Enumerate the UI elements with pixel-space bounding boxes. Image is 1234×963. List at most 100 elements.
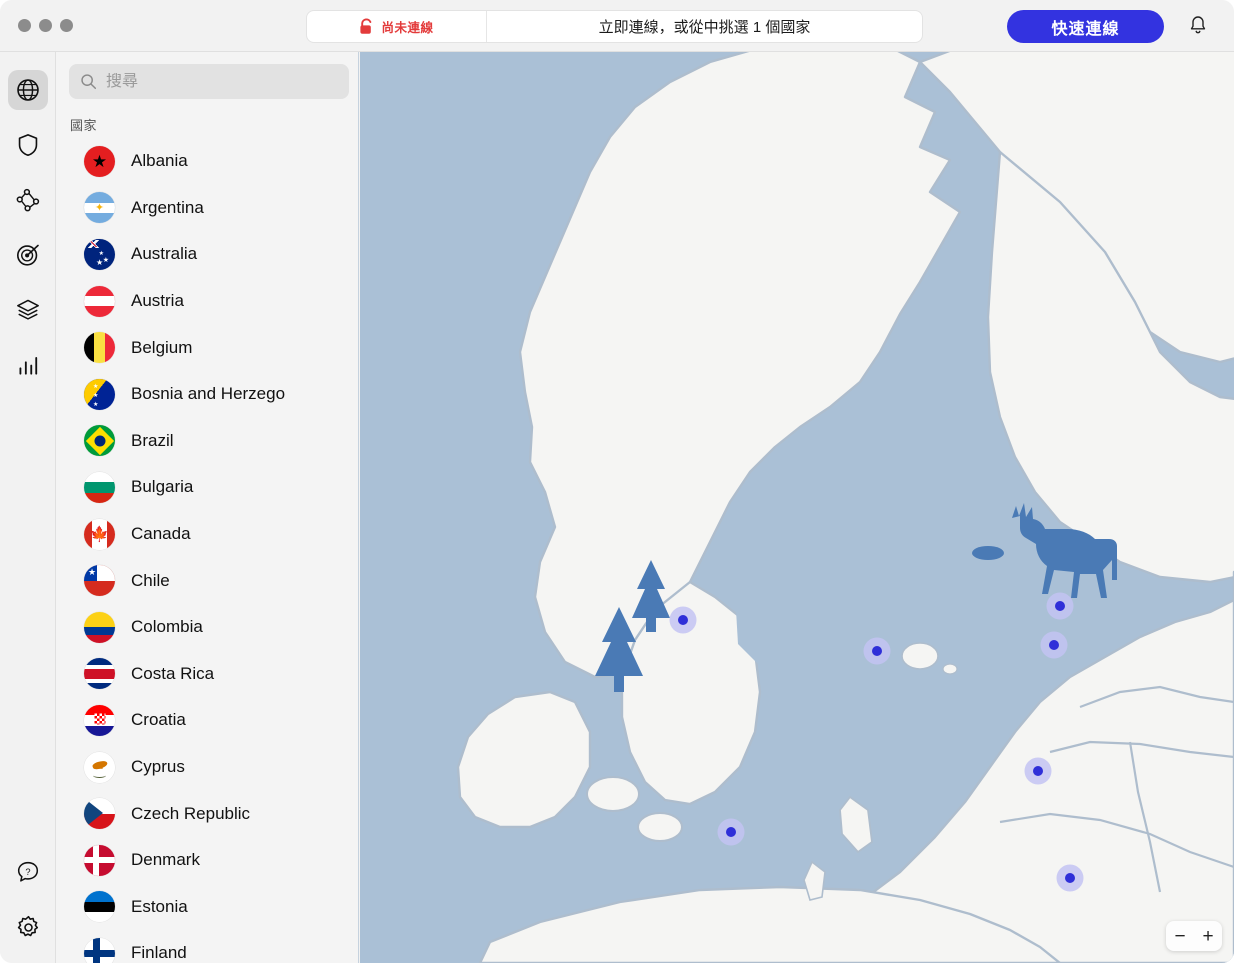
sidebar-item-protection[interactable] bbox=[8, 125, 48, 165]
target-icon bbox=[17, 244, 39, 266]
country-list-item[interactable]: ★ Chile bbox=[56, 557, 358, 604]
country-list-item[interactable]: Bulgaria bbox=[56, 464, 358, 511]
flag-icon-co bbox=[84, 611, 115, 643]
server-marker[interactable] bbox=[1046, 592, 1074, 620]
status-label: 尚未連線 bbox=[381, 21, 434, 35]
globe-icon bbox=[17, 79, 39, 101]
search-input[interactable] bbox=[106, 72, 336, 91]
flag-icon-hr bbox=[84, 704, 115, 736]
sidebar-item-threat-protection[interactable] bbox=[8, 235, 48, 275]
country-name: Austria bbox=[131, 291, 184, 311]
flag-icon-ee bbox=[84, 891, 115, 923]
zoom-in-button[interactable]: + bbox=[1197, 923, 1219, 949]
country-name: Argentina bbox=[131, 197, 204, 217]
flag-icon-al: ★ bbox=[84, 145, 115, 177]
country-list-item[interactable]: Brazil bbox=[56, 418, 358, 465]
country-list-item[interactable]: Estonia bbox=[56, 884, 358, 931]
minimize-button[interactable] bbox=[39, 19, 52, 32]
flag-icon-cl: ★ bbox=[84, 565, 115, 597]
country-list-item[interactable]: Austria bbox=[56, 278, 358, 325]
sidebar-item-meshnet[interactable] bbox=[8, 180, 48, 220]
server-marker[interactable] bbox=[863, 637, 891, 665]
country-name: Czech Republic bbox=[131, 803, 251, 823]
flag-icon-be bbox=[84, 332, 115, 364]
country-list-item[interactable]: Croatia bbox=[56, 697, 358, 744]
connection-state: 尚未連線 bbox=[307, 11, 487, 42]
flag-icon-ca: 🍁 bbox=[84, 518, 115, 550]
flag-icon-ba: ★ ★ ★ bbox=[84, 378, 115, 410]
country-panel: 國家 ★ Albania ✦ Argentina ★★★ Australia Austria… bbox=[56, 52, 359, 963]
server-marker[interactable] bbox=[717, 818, 745, 846]
country-list-item[interactable]: ★ ★ ★ Bosnia and Herzego bbox=[56, 371, 358, 418]
server-marker[interactable] bbox=[1024, 757, 1052, 785]
map-canvas bbox=[360, 52, 1234, 963]
svg-text:?: ? bbox=[25, 867, 30, 877]
country-list-item[interactable]: Costa Rica bbox=[56, 651, 358, 698]
window-controls bbox=[18, 19, 73, 32]
flag-icon-br bbox=[84, 425, 115, 457]
connect-prompt: 立即連線，或從中挑選 1 個國家 bbox=[598, 19, 811, 36]
country-name: Colombia bbox=[131, 617, 203, 637]
icon-rail: ? bbox=[0, 52, 56, 963]
country-name: Estonia bbox=[131, 896, 188, 916]
layers-icon bbox=[17, 299, 39, 320]
country-name: Brazil bbox=[131, 430, 174, 450]
zoom-out-button[interactable]: − bbox=[1169, 923, 1191, 949]
country-name: Finland bbox=[131, 943, 187, 963]
server-marker[interactable] bbox=[1056, 864, 1084, 892]
country-list-item[interactable]: ■ Cyprus bbox=[56, 744, 358, 791]
mesh-icon bbox=[16, 188, 40, 212]
bell-icon[interactable] bbox=[1186, 14, 1210, 38]
country-name: Chile bbox=[131, 570, 170, 590]
sidebar-item-dedicated-ip[interactable] bbox=[8, 290, 48, 330]
sidebar-item-help[interactable]: ? bbox=[8, 852, 48, 892]
country-list-item[interactable]: ★ ★ ★ Australia bbox=[56, 231, 358, 278]
country-list-item[interactable]: ✦ Argentina bbox=[56, 185, 358, 232]
sidebar-item-settings[interactable] bbox=[8, 907, 48, 947]
flag-icon-au: ★ ★ ★ bbox=[84, 238, 115, 270]
connection-status-bar: 尚未連線 立即連線，或從中挑選 1 個國家 bbox=[306, 10, 923, 43]
country-list-item[interactable]: Colombia bbox=[56, 604, 358, 651]
country-list-item[interactable]: Finland bbox=[56, 930, 358, 963]
country-name: Albania bbox=[131, 151, 188, 171]
close-button[interactable] bbox=[18, 19, 31, 32]
country-list-item[interactable]: Czech Republic bbox=[56, 790, 358, 837]
map-view[interactable]: − + bbox=[360, 52, 1234, 963]
flag-icon-bg bbox=[84, 471, 115, 503]
country-list-item[interactable]: ★ Albania bbox=[56, 138, 358, 185]
country-name: Denmark bbox=[131, 850, 200, 870]
server-marker[interactable] bbox=[669, 606, 697, 634]
quick-connect-button[interactable]: 快速連線 bbox=[1007, 10, 1164, 43]
chart-icon bbox=[19, 357, 38, 375]
maximize-button[interactable] bbox=[60, 19, 73, 32]
map-zoom-controls: − + bbox=[1166, 921, 1222, 951]
country-name: Croatia bbox=[131, 710, 186, 730]
gear-icon bbox=[17, 915, 38, 936]
search-icon bbox=[81, 74, 97, 90]
flag-icon-ar: ✦ bbox=[84, 192, 115, 224]
help-icon: ? bbox=[17, 861, 39, 882]
countries-section-label: 國家 bbox=[70, 118, 98, 133]
country-list-item[interactable]: Belgium bbox=[56, 324, 358, 371]
flag-icon-fi bbox=[84, 937, 115, 963]
flag-icon-cz bbox=[84, 798, 115, 830]
sidebar-item-locations[interactable] bbox=[8, 70, 48, 110]
flag-icon-cr bbox=[84, 658, 115, 690]
country-name: Belgium bbox=[131, 337, 193, 357]
country-name: Cyprus bbox=[131, 757, 185, 777]
search-field[interactable] bbox=[69, 64, 349, 99]
country-name: Canada bbox=[131, 524, 191, 544]
country-name: Costa Rica bbox=[131, 663, 215, 683]
sidebar-item-statistics[interactable] bbox=[8, 345, 48, 385]
unlocked-padlock-icon bbox=[360, 18, 372, 34]
country-name: Bulgaria bbox=[131, 477, 194, 497]
flag-icon-dk bbox=[84, 844, 115, 876]
country-name: Australia bbox=[131, 244, 198, 264]
server-marker[interactable] bbox=[1040, 631, 1068, 659]
flag-icon-cy: ■ bbox=[84, 751, 115, 783]
shield-icon bbox=[18, 134, 38, 156]
app-window: 尚未連線 立即連線，或從中挑選 1 個國家 快速連線 ? 搜尋 國家 ★ Alb… bbox=[0, 0, 1234, 963]
country-list[interactable]: ★ Albania ✦ Argentina ★ ★ ★ Australia Austria Bel… bbox=[56, 138, 358, 963]
country-list-item[interactable]: 🍁 Canada bbox=[56, 511, 358, 558]
country-list-item[interactable]: Denmark bbox=[56, 837, 358, 884]
